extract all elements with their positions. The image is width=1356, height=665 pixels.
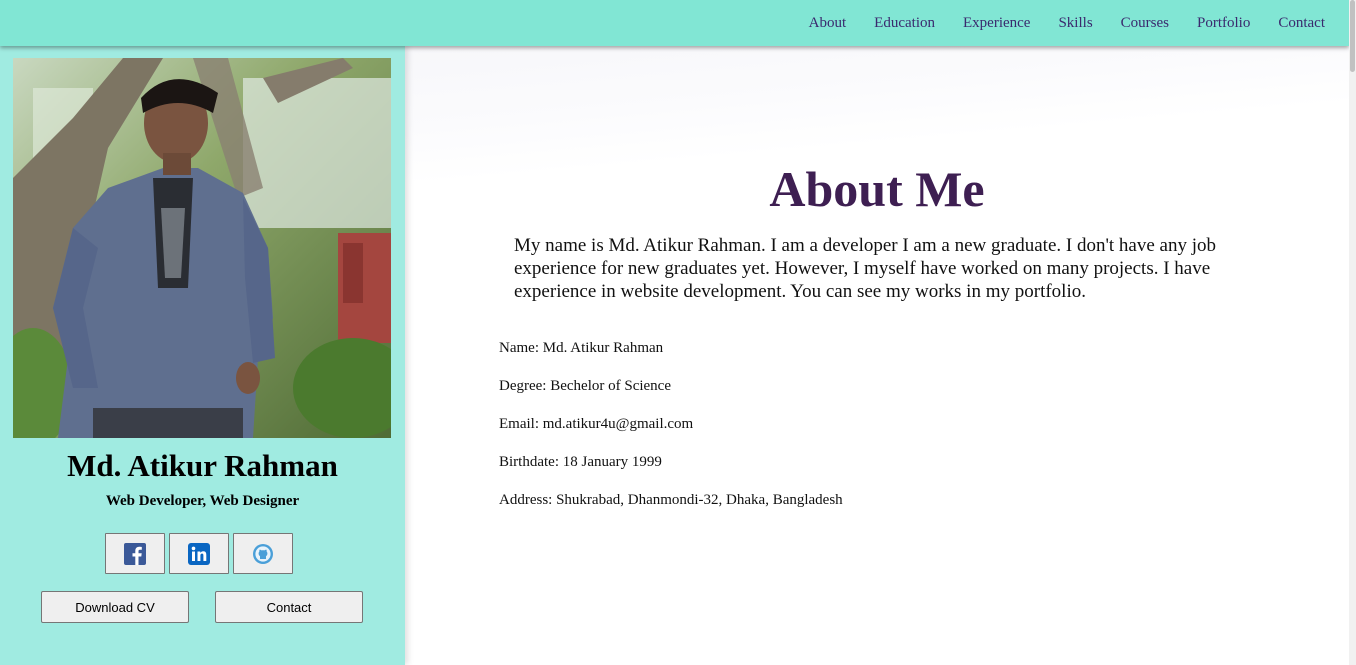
nav-item-experience[interactable]: Experience — [963, 15, 1030, 32]
nav-item-skills[interactable]: Skills — [1058, 15, 1092, 32]
info-address: Address: Shukrabad, Dhanmondi-32, Dhaka,… — [499, 492, 843, 508]
personal-info-list: Name: Md. Atikur Rahman Degree: Bechelor… — [499, 339, 843, 529]
nav-item-portfolio[interactable]: Portfolio — [1197, 15, 1250, 32]
nav-item-courses[interactable]: Courses — [1121, 15, 1169, 32]
top-navbar: About Education Experience Skills Course… — [0, 0, 1349, 46]
facebook-icon — [124, 542, 146, 565]
nav-item-education[interactable]: Education — [874, 15, 935, 32]
contact-button[interactable]: Contact — [215, 591, 363, 623]
facebook-button[interactable] — [105, 533, 165, 574]
linkedin-icon — [188, 542, 210, 565]
profile-role: Web Developer, Web Designer — [105, 493, 300, 509]
about-title: About Me — [769, 161, 985, 217]
profile-photo-illustration — [13, 58, 391, 438]
about-section: About Me My name is Md. Atikur Rahman. I… — [405, 46, 1349, 665]
info-birthdate: Birthdate: 18 January 1999 — [499, 454, 662, 470]
nav-item-contact[interactable]: Contact — [1278, 15, 1325, 32]
linkedin-button[interactable] — [169, 533, 229, 574]
github-button[interactable] — [233, 533, 293, 574]
download-cv-button[interactable]: Download CV — [41, 591, 189, 623]
info-degree: Degree: Bechelor of Science — [499, 378, 671, 394]
about-description: My name is Md. Atikur Rahman. I am a dev… — [514, 235, 1216, 302]
info-name: Name: Md. Atikur Rahman — [499, 340, 664, 356]
profile-name: Md. Atikur Rahman — [67, 448, 338, 483]
profile-sidebar: Md. Atikur Rahman Web Developer, Web Des… — [0, 46, 405, 665]
profile-photo — [13, 58, 391, 438]
social-links — [105, 533, 293, 574]
nav-menu: About Education Experience Skills Course… — [809, 15, 1325, 32]
info-email: Email: md.atikur4u@gmail.com — [499, 416, 694, 432]
scrollbar-thumb[interactable] — [1350, 0, 1355, 72]
nav-item-about[interactable]: About — [809, 15, 847, 32]
page-scrollbar[interactable] — [1349, 0, 1356, 665]
github-icon — [253, 543, 273, 564]
